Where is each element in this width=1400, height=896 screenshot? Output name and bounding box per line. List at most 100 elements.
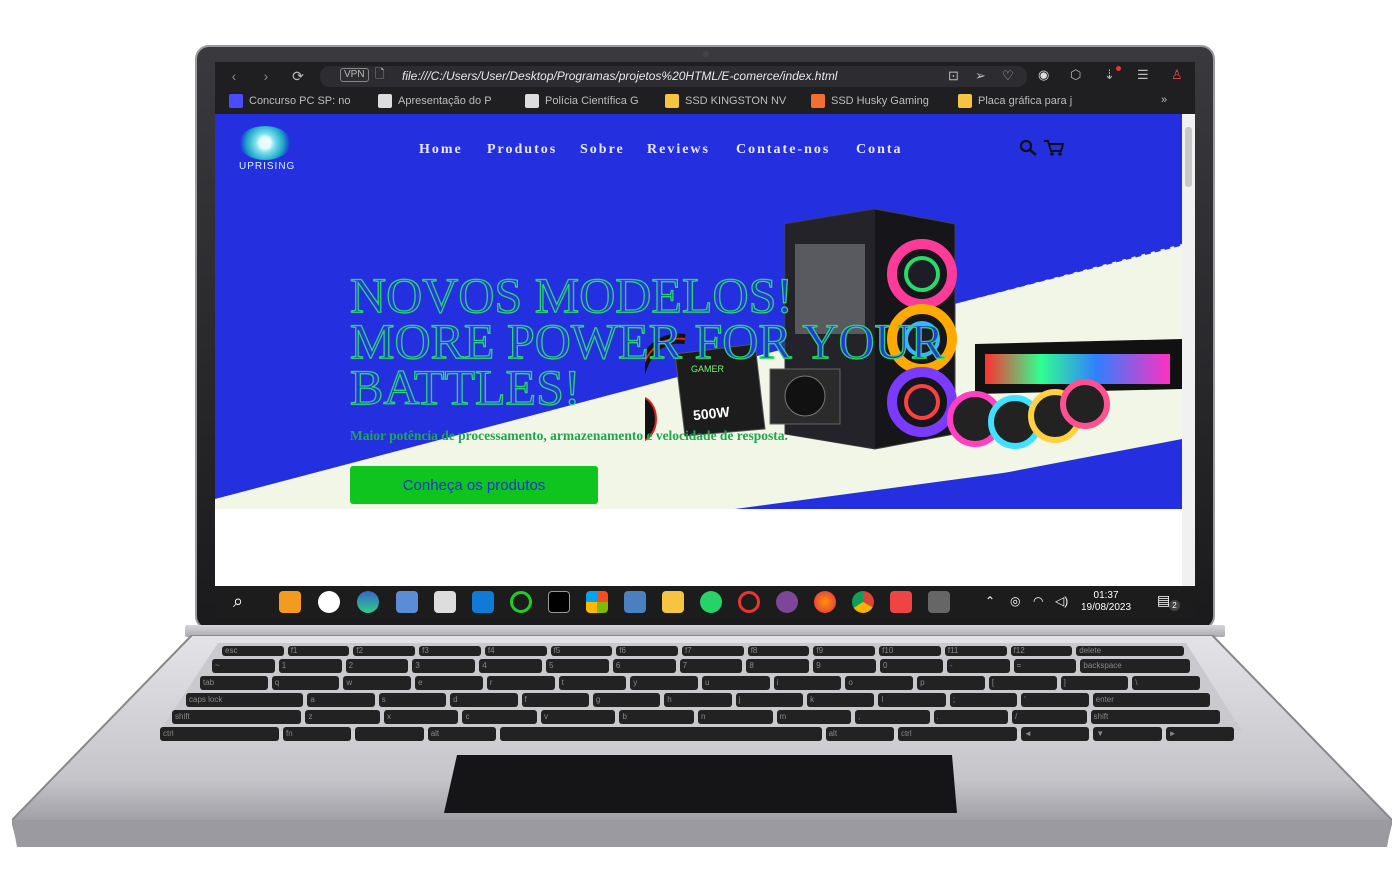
reload-icon[interactable]: ⟳ xyxy=(285,66,311,86)
chevron-up-icon[interactable]: ⌃ xyxy=(985,594,995,608)
firefox-icon[interactable] xyxy=(814,591,836,613)
amazon-icon xyxy=(958,94,972,108)
bookmark-item[interactable]: Placa gráfica para j xyxy=(958,94,1072,108)
address-bar[interactable]: VPN 🗋 file:///C:/Users/User/Desktop/Prog… xyxy=(320,66,1027,87)
key-sym: . xyxy=(933,710,1009,724)
bookmark-label: Apresentação do P xyxy=(398,95,492,107)
site-navbar: UPRISING Home Produtos Sobre Reviews Con… xyxy=(215,114,1182,184)
meet-icon[interactable]: ◎ xyxy=(1010,594,1020,608)
key-t: t xyxy=(558,676,627,690)
amazon-icon xyxy=(665,94,679,108)
key-q: q xyxy=(271,676,340,690)
bookmark-item[interactable]: SSD KINGSTON NV xyxy=(665,94,786,108)
scrollbar-thumb[interactable] xyxy=(1185,127,1192,187)
key-f9: f9 xyxy=(813,646,876,656)
volume-icon[interactable]: ◁) xyxy=(1055,594,1068,608)
key-s: s xyxy=(378,693,447,707)
key-8: 8 xyxy=(746,659,810,673)
key-sym: ◄ xyxy=(1020,727,1090,741)
snip-icon[interactable] xyxy=(890,591,912,613)
whatsapp-icon[interactable] xyxy=(700,591,722,613)
key-f: f xyxy=(521,693,589,707)
key-p: p xyxy=(917,676,985,690)
unreal-icon[interactable] xyxy=(318,591,340,613)
hero-title-line3: BATTLES! xyxy=(349,359,581,415)
chrome-icon[interactable] xyxy=(852,591,874,613)
cart-icon[interactable] xyxy=(1043,139,1065,157)
virtualbox-icon[interactable] xyxy=(396,591,418,613)
key-blank xyxy=(355,727,424,741)
vpn-badge[interactable]: VPN xyxy=(340,68,369,82)
calculator-icon[interactable] xyxy=(624,591,646,613)
profile-icon[interactable]: ♙ xyxy=(1171,67,1183,83)
nav-contate[interactable]: Contate-nos xyxy=(736,142,830,158)
refresh-app-icon[interactable] xyxy=(510,591,532,613)
bookmark-label: Placa gráfica para j xyxy=(978,95,1073,107)
url-text[interactable]: file:///C:/Users/User/Desktop/Programas/… xyxy=(402,69,837,83)
heart-icon[interactable]: ♡ xyxy=(1002,68,1014,84)
key-tab: tab xyxy=(200,676,268,690)
key-g: g xyxy=(592,693,661,707)
screenshot-icon[interactable]: ⊡ xyxy=(948,68,959,84)
bookmark-item[interactable]: SSD Husky Gaming xyxy=(811,94,929,108)
key-sym: / xyxy=(1012,710,1087,724)
nav-conta[interactable]: Conta xyxy=(856,142,903,158)
nav-home[interactable]: Home xyxy=(419,142,463,158)
bookmark-label: Concurso PC SP: no xyxy=(249,95,351,107)
tor-icon[interactable] xyxy=(776,591,798,613)
key-w: w xyxy=(343,676,412,690)
page-info-icon[interactable]: 🗋 xyxy=(372,68,388,82)
settings-sliders-icon[interactable]: ☰ xyxy=(1137,67,1149,83)
key-ctrl: ctrl xyxy=(160,727,279,741)
opera-icon[interactable] xyxy=(738,591,760,613)
key-r: r xyxy=(486,676,555,690)
search-icon[interactable]: ⌕ xyxy=(233,591,255,613)
key-f5: f5 xyxy=(550,646,613,656)
more-bookmarks-button[interactable]: » xyxy=(1161,94,1167,106)
bookmark-item[interactable]: Concurso PC SP: no xyxy=(229,94,351,108)
download-badge xyxy=(1116,66,1121,71)
nav-produtos[interactable]: Produtos xyxy=(487,142,557,158)
key-blank xyxy=(500,727,822,741)
terminal-icon[interactable] xyxy=(548,591,570,613)
hero-section: GAMER 500W NOVOS MODELOS! MORE POWER FOR… xyxy=(215,184,1182,509)
key-capslock: caps lock xyxy=(186,693,304,707)
key-o: o xyxy=(845,676,914,690)
cta-button[interactable]: Conheça os produtos xyxy=(350,466,598,504)
send-icon[interactable]: ➢ xyxy=(975,68,986,84)
cube-icon[interactable]: ⬡ xyxy=(1070,67,1081,83)
document-icon xyxy=(378,94,392,108)
desktop-icon[interactable] xyxy=(928,591,950,613)
wifi-icon[interactable]: ◠ xyxy=(1033,594,1043,608)
nav-sobre[interactable]: Sobre xyxy=(580,142,625,158)
key-fn: fn xyxy=(282,727,352,741)
key-j: j xyxy=(735,693,804,707)
bookmark-label: SSD Husky Gaming xyxy=(831,95,929,107)
key-f8: f8 xyxy=(747,646,810,656)
uprising-logo[interactable] xyxy=(239,126,291,160)
search-icon[interactable] xyxy=(1018,139,1040,157)
vscode-icon[interactable] xyxy=(472,591,494,613)
hero-subtitle: Maior potência de processamento, armazen… xyxy=(350,428,788,443)
paint-icon[interactable] xyxy=(434,591,456,613)
key-4: 4 xyxy=(479,659,542,673)
key-sym: \ xyxy=(1132,676,1200,690)
edge-icon[interactable] xyxy=(357,591,379,613)
taskbar-clock[interactable]: 01:37 19/08/2023 xyxy=(1081,590,1131,614)
bookmark-item[interactable]: Polícia Científica G xyxy=(525,94,639,108)
key-delete: delete xyxy=(1076,646,1184,656)
microsoft-icon[interactable] xyxy=(586,591,608,613)
key-f4: f4 xyxy=(484,646,547,656)
forward-icon[interactable]: › xyxy=(253,66,279,86)
bookmark-item[interactable]: Apresentação do P xyxy=(378,94,492,108)
key-sym: ] xyxy=(1060,676,1129,690)
back-icon[interactable]: ‹ xyxy=(221,66,247,86)
explorer-icon[interactable] xyxy=(662,591,684,613)
bookmark-label: SSD KINGSTON NV xyxy=(685,95,787,107)
webcam xyxy=(703,51,709,57)
download-icon[interactable]: ⇣ xyxy=(1104,67,1115,83)
extension-ai-icon[interactable]: ◉ xyxy=(1038,67,1049,83)
sublime-icon[interactable] xyxy=(279,591,301,613)
nav-reviews[interactable]: Reviews xyxy=(647,142,710,158)
bookmarks-bar: Concurso PC SP: no Apresentação do P Pol… xyxy=(215,90,1195,114)
